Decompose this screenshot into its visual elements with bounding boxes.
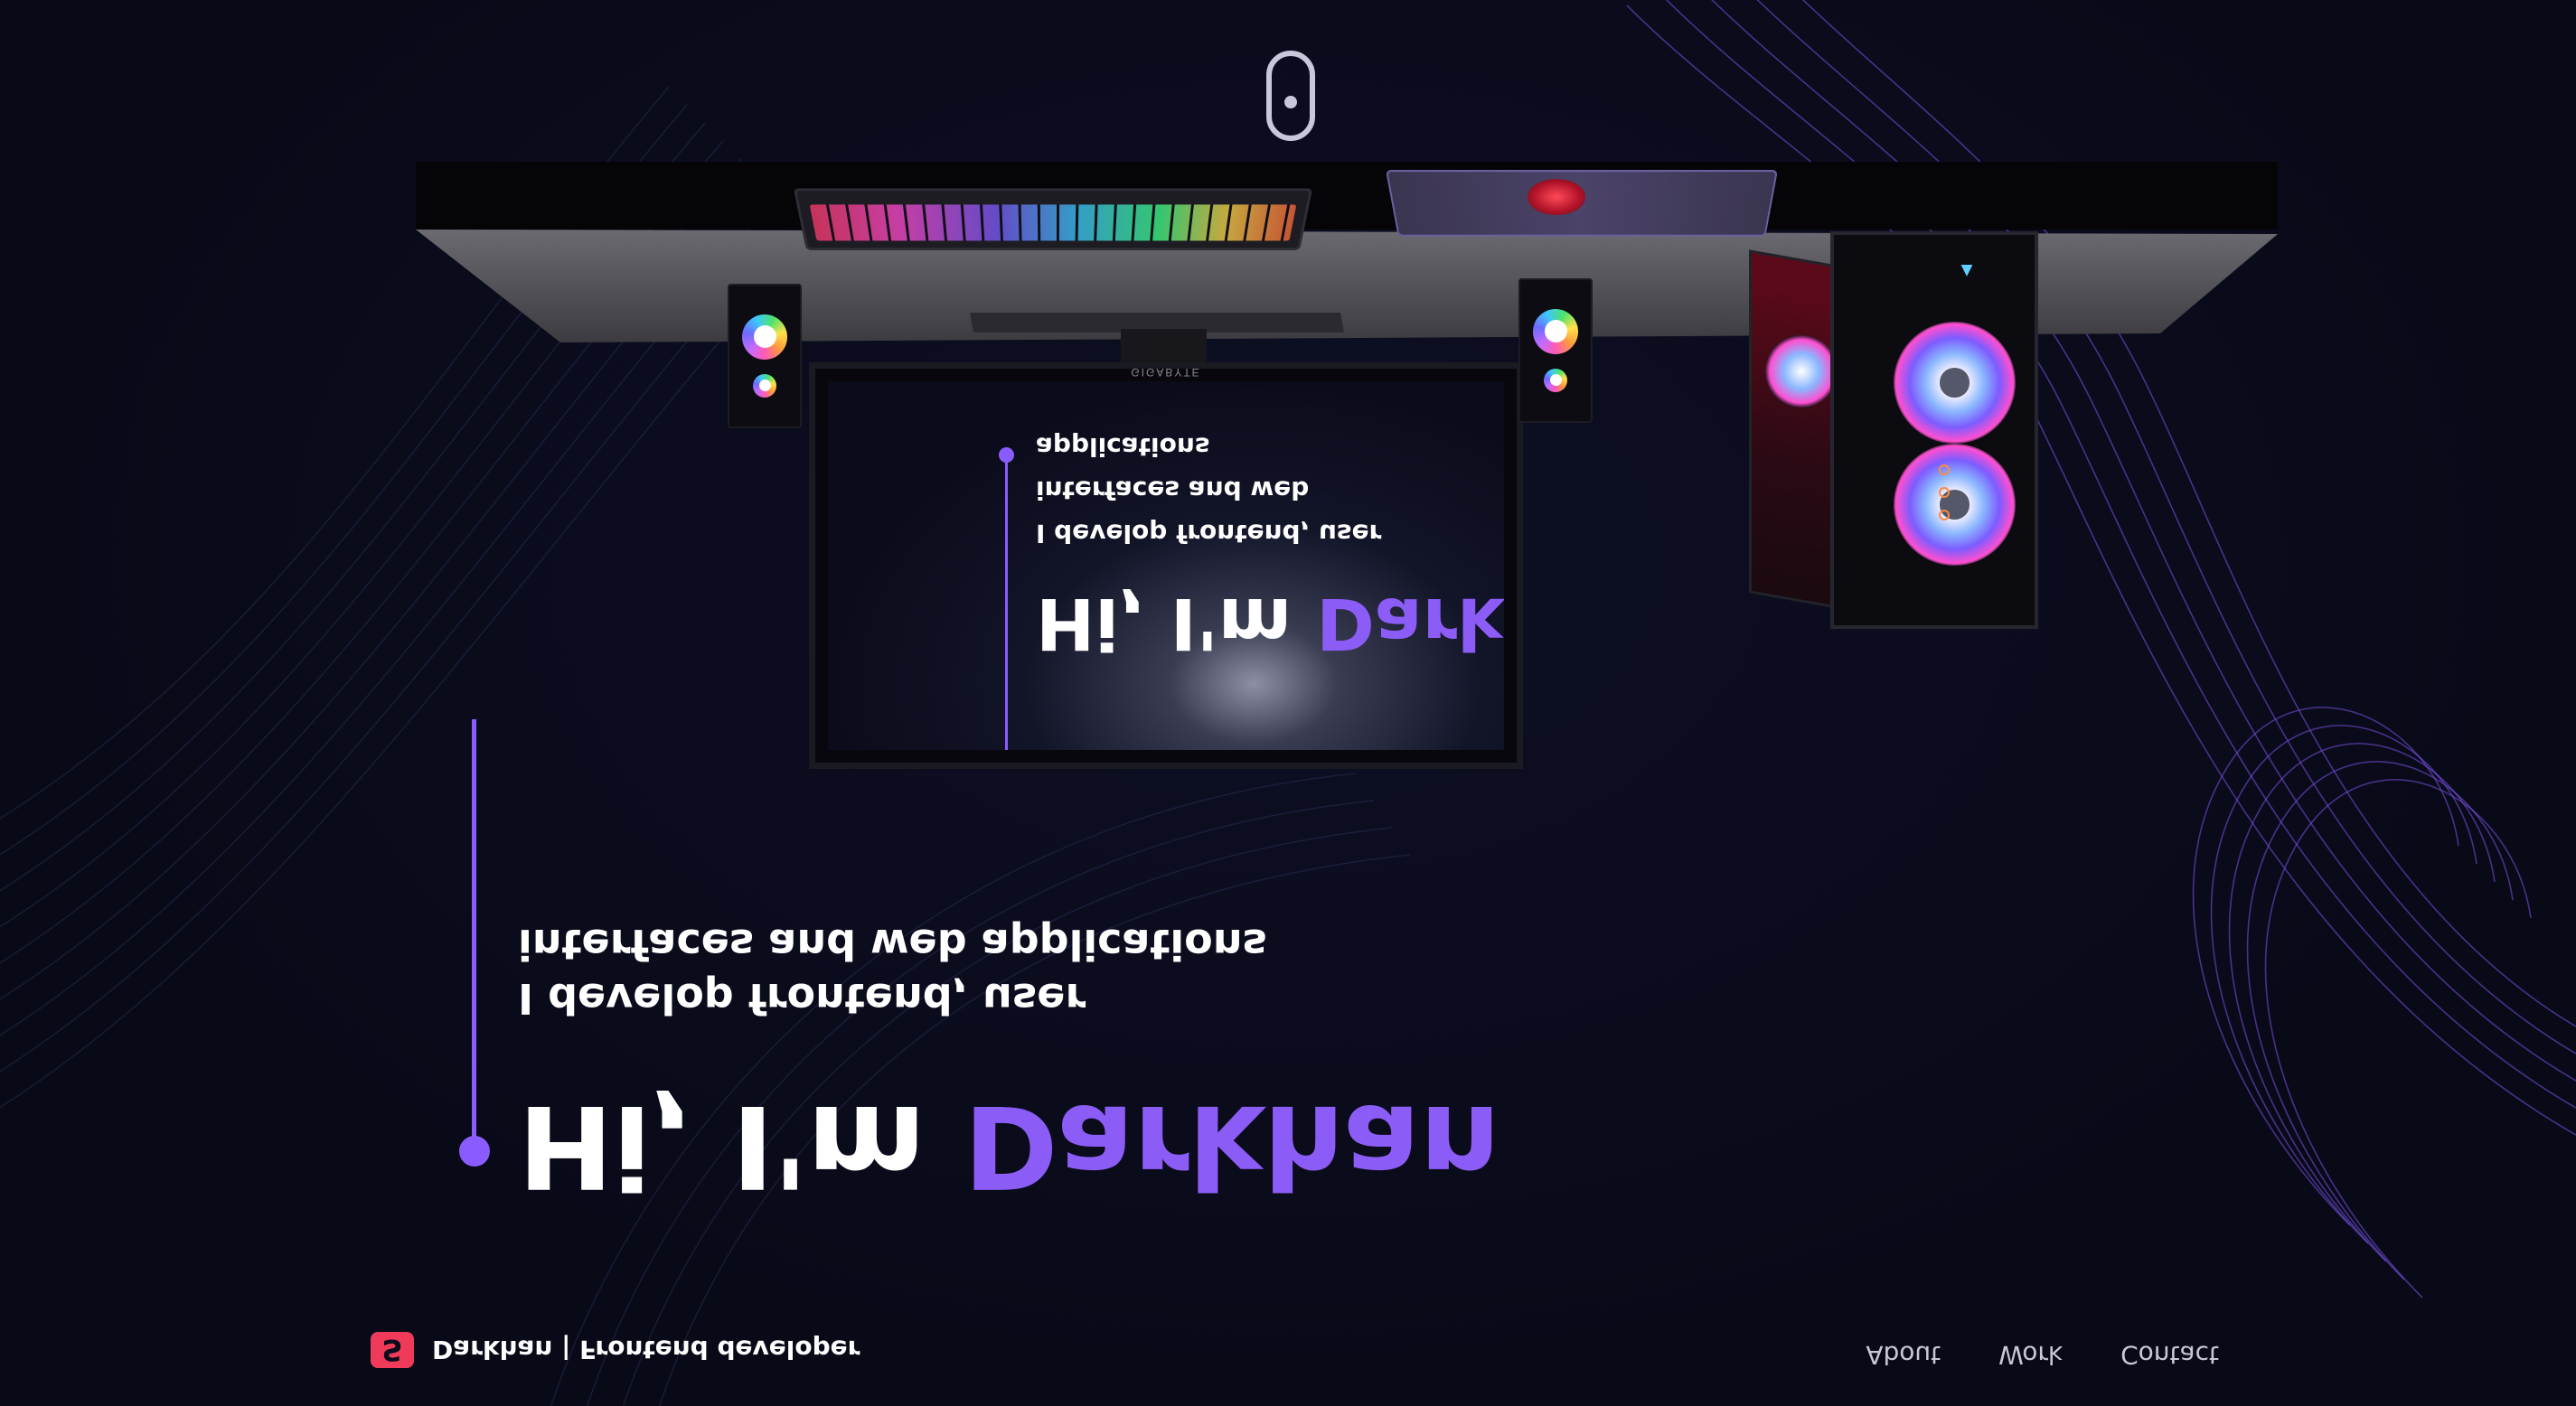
monitor-hero-subtitle: I develop frontend, user interfaces and w…: [1036, 425, 1452, 555]
nav-link-contact[interactable]: Contact: [2120, 1340, 2219, 1370]
hero-subtitle: I develop frontend, user interfaces and w…: [518, 917, 1295, 1026]
monitor-brand-label: GIGABYTE: [1131, 366, 1201, 379]
nav-link-about[interactable]: About: [1866, 1340, 1941, 1370]
hero-title-lead: Hi, I'm: [518, 1080, 964, 1213]
hero-accent-line: [472, 719, 476, 1148]
monitor-subtitle-line1: I develop frontend, user: [1036, 519, 1382, 548]
speaker-tweeter: [753, 374, 776, 398]
pc-front-fan-upper: [1894, 322, 2016, 444]
speaker-woofer: [1533, 309, 1578, 354]
brand-text: Darkhan | Frontend developer: [432, 1336, 860, 1365]
speaker-tweeter: [1544, 369, 1567, 392]
monitor-accent-line: [1005, 460, 1008, 750]
brand[interactable]: S Darkhan | Frontend developer: [371, 1330, 860, 1370]
page-stage: Hi, I'm Darkhan I develop frontend, user…: [0, 0, 2576, 1406]
right-speaker: [1518, 278, 1593, 423]
mouse: [1528, 179, 1585, 215]
brand-logo-icon: S: [371, 1332, 414, 1368]
monitor-title-lead: Hi, I'm: [1036, 582, 1317, 663]
mouse-scroll-icon[interactable]: [1266, 51, 1315, 141]
pc-brand-icon: ▲: [1957, 260, 1977, 283]
pc-side-fan: [1765, 335, 1838, 408]
brand-separator: |: [552, 1335, 580, 1365]
left-speaker: [728, 284, 802, 428]
keyboard-rgb-keys: [809, 204, 1297, 241]
hero-accent-dot: [459, 1136, 490, 1167]
pc-port: [1939, 510, 1950, 520]
monitor: Hi, I'm Darkhan I develop frontend, user…: [809, 362, 1523, 769]
hero-section: Hi, I'm Darkhan I develop frontend, user…: [459, 719, 1553, 1213]
hero-subtitle-line2: interfaces and web applications: [518, 920, 1267, 969]
keyboard: [793, 188, 1313, 250]
pc-port: [1939, 464, 1950, 475]
hero-title: Hi, I'm Darkhan: [518, 1080, 1500, 1213]
pc-front-fan-lower: [1894, 444, 2016, 566]
site-footer-bar: S Darkhan | Frontend developer About Wor…: [0, 1325, 2576, 1406]
monitor-hero-title: Hi, I'm Darkhan: [1036, 582, 1504, 663]
nav-link-work[interactable]: Work: [1998, 1340, 2063, 1370]
hero-title-accent: Darkhan: [964, 1080, 1500, 1213]
monitor-subtitle-line2: interfaces and web applications: [1036, 432, 1310, 505]
monitor-title-accent: Darkhan: [1316, 582, 1504, 663]
main-nav: About Work Contact: [1866, 1340, 2219, 1370]
pc-front-panel: ▲: [1830, 231, 2038, 629]
pc-case: ▲: [1749, 231, 2047, 629]
brand-role: Frontend developer: [579, 1335, 860, 1365]
hero-subtitle-line1: I develop frontend, user: [518, 974, 1086, 1023]
brand-name: Darkhan: [432, 1335, 553, 1365]
speaker-woofer: [742, 314, 787, 360]
pc-port: [1939, 487, 1950, 498]
monitor-screen: Hi, I'm Darkhan I develop frontend, user…: [828, 381, 1504, 750]
